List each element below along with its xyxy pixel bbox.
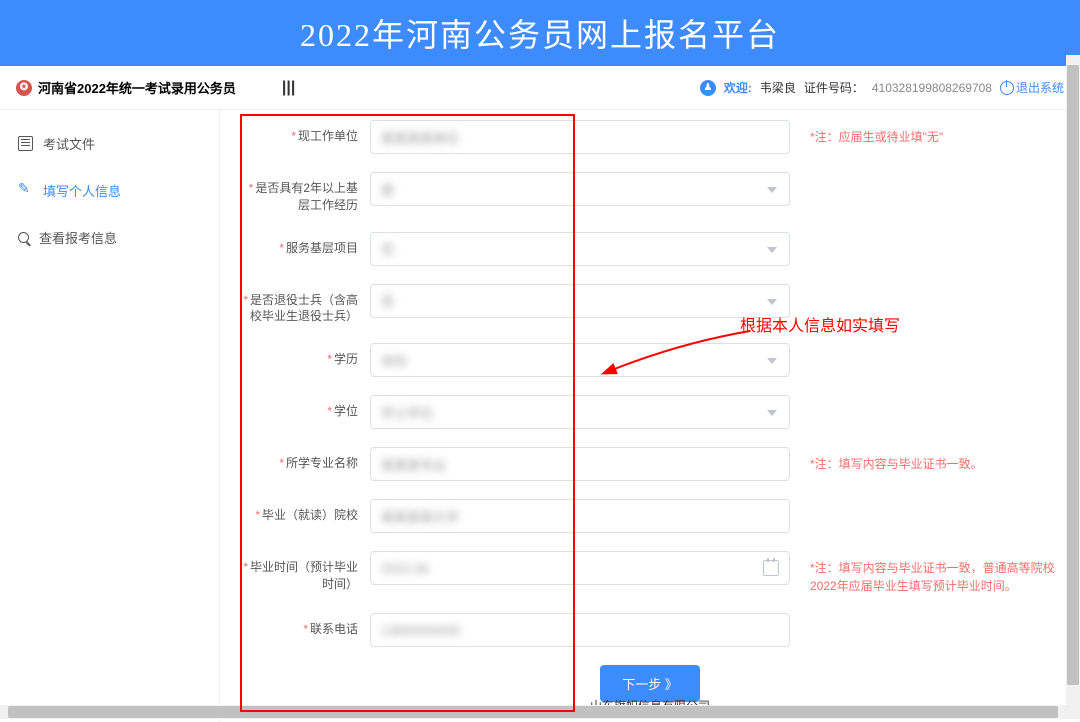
top-bar: ✪ 河南省2022年统一考试录用公务员 ||| ♟ 欢迎: 韦梁良 证件号码： … [0, 66, 1080, 110]
field-label: *服务基层项目 [240, 232, 370, 257]
form-row: *服务基层项目无 [240, 232, 1060, 266]
search-icon [18, 232, 29, 243]
text-input[interactable]: 某某某某单位 [370, 120, 790, 154]
field-label: *毕业时间（预计毕业时间） [240, 551, 370, 593]
text-input[interactable]: 13800000000 [370, 613, 790, 647]
form-row: *是否具有2年以上基层工作经历是 [240, 172, 1060, 214]
field-note: *注：填写内容与毕业证书一致，普通高等院校2022年应届毕业生填写预计毕业时间。 [790, 551, 1060, 595]
date-input[interactable]: 2022-06 [370, 551, 790, 585]
sidebar-item-personal-info[interactable]: 填写个人信息 [0, 167, 219, 214]
power-icon [1000, 81, 1014, 95]
form-row: *毕业（就读）院校某某某某大学 [240, 499, 1060, 533]
field-label: *学历 [240, 343, 370, 368]
select-input[interactable]: 是 [370, 172, 790, 206]
sidebar: 考试文件 填写个人信息 查看报考信息 [0, 110, 220, 722]
logout-link[interactable]: 退出系统 [1000, 79, 1064, 96]
field-label: *毕业（就读）院校 [240, 499, 370, 524]
sidebar-item-label: 查看报考信息 [39, 228, 117, 247]
text-input[interactable]: 某某某某大学 [370, 499, 790, 533]
field-label: *联系电话 [240, 613, 370, 638]
field-label: *是否具有2年以上基层工作经历 [240, 172, 370, 214]
field-note [790, 613, 1060, 621]
field-note: *注：应届生或待业填"无" [790, 120, 1060, 146]
user-icon: ♟ [700, 80, 716, 96]
field-label: *所学专业名称 [240, 447, 370, 472]
form-row: *是否退役士兵（含高校毕业生退役士兵）否 [240, 284, 1060, 326]
field-label: *现工作单位 [240, 120, 370, 145]
sidebar-item-label: 考试文件 [43, 134, 95, 153]
badge-icon: ✪ [16, 80, 32, 96]
field-note [790, 343, 1060, 351]
menu-toggle-icon[interactable]: ||| [282, 79, 295, 97]
topbar-right: ♟ 欢迎: 韦梁良 证件号码： 410328199808269708 退出系统 [700, 79, 1064, 96]
topbar-left: ✪ 河南省2022年统一考试录用公务员 ||| [16, 78, 295, 97]
user-name: 韦梁良 [760, 79, 796, 96]
exam-title: 河南省2022年统一考试录用公务员 [38, 78, 236, 97]
edit-icon [18, 183, 33, 198]
sidebar-item-view-application[interactable]: 查看报考信息 [0, 214, 219, 261]
select-input[interactable]: 无 [370, 232, 790, 266]
calendar-icon [763, 560, 779, 576]
field-note [790, 499, 1060, 507]
field-note [790, 284, 1060, 292]
text-input[interactable]: 某某某专业 [370, 447, 790, 481]
select-input[interactable]: 本科 [370, 343, 790, 377]
sidebar-item-label: 填写个人信息 [43, 181, 121, 200]
field-label: *是否退役士兵（含高校毕业生退役士兵） [240, 284, 370, 326]
field-note [790, 172, 1060, 180]
form-row: *学历本科 [240, 343, 1060, 377]
form-row: *联系电话13800000000 [240, 613, 1060, 647]
sidebar-item-files[interactable]: 考试文件 [0, 120, 219, 167]
form-row: *所学专业名称某某某专业*注：填写内容与毕业证书一致。 [240, 447, 1060, 481]
field-note [790, 232, 1060, 240]
page-banner: 2022年河南公务员网上报名平台 [0, 0, 1080, 66]
welcome-label: 欢迎: [724, 79, 752, 96]
id-number: 410328199808269708 [872, 81, 992, 95]
form-row: *毕业时间（预计毕业时间）2022-06*注：填写内容与毕业证书一致，普通高等院… [240, 551, 1060, 595]
select-input[interactable]: 否 [370, 284, 790, 318]
field-note: *注：填写内容与毕业证书一致。 [790, 447, 1060, 473]
field-note [790, 395, 1060, 403]
content-area: 根据本人信息如实填写 *现工作单位某某某某单位*注：应届生或待业填"无"*是否具… [220, 110, 1080, 722]
document-icon [18, 136, 33, 151]
field-label: *学位 [240, 395, 370, 420]
horizontal-scrollbar[interactable] [0, 705, 1080, 719]
form-row: *现工作单位某某某某单位*注：应届生或待业填"无" [240, 120, 1060, 154]
main-area: 考试文件 填写个人信息 查看报考信息 根据本人信息如实填写 *现工作单位某某某某… [0, 110, 1080, 722]
select-input[interactable]: 学士学位 [370, 395, 790, 429]
form-row: *学位学士学位 [240, 395, 1060, 429]
id-label: 证件号码： [804, 79, 864, 96]
vertical-scrollbar[interactable] [1066, 55, 1080, 705]
